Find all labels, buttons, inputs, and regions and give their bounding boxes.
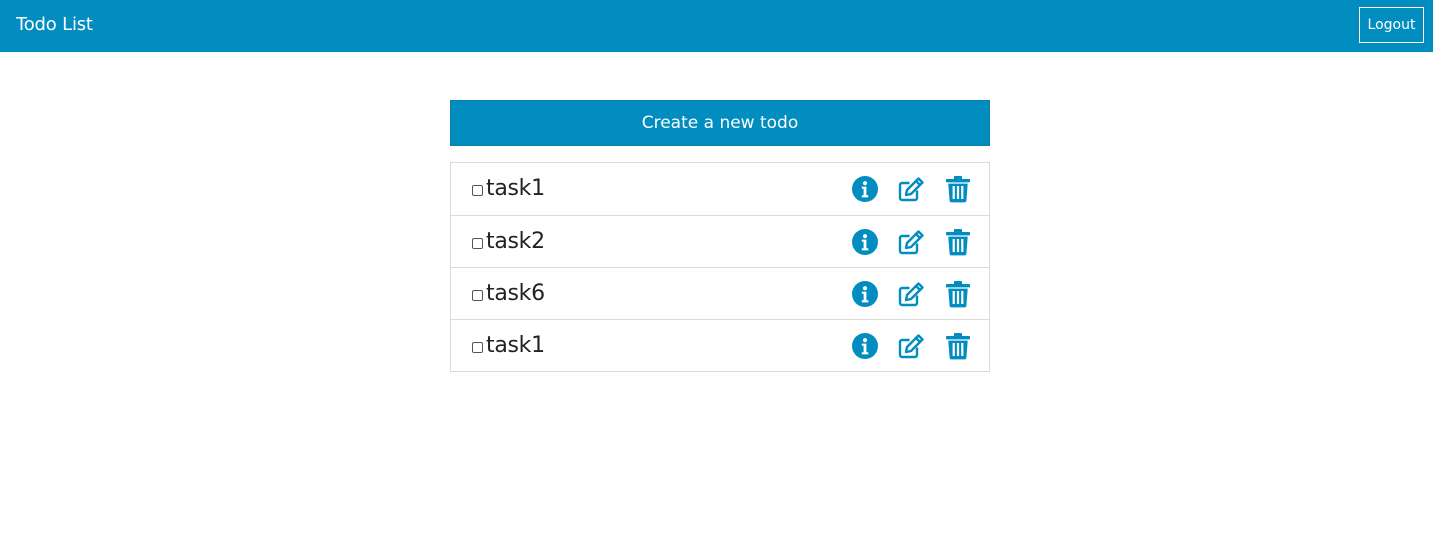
todo-checkbox[interactable] [472,342,483,353]
todo-item: task1 [451,163,989,215]
edit-icon[interactable] [897,332,925,360]
trash-icon[interactable] [944,228,972,256]
todo-item: task6 [451,267,989,319]
todo-checkbox[interactable] [472,238,483,249]
main-container: Create a new todo task1 task2 task6 task… [450,100,990,372]
todo-item: task1 [451,319,989,371]
create-todo-button[interactable]: Create a new todo [450,100,990,146]
todo-label: task1 [486,333,545,358]
logout-button[interactable]: Logout [1359,7,1424,43]
info-circle-icon[interactable] [851,280,879,308]
navbar: Todo List Logout [0,0,1433,52]
edit-icon[interactable] [897,228,925,256]
trash-icon[interactable] [944,280,972,308]
trash-icon[interactable] [944,332,972,360]
todo-checkbox[interactable] [472,185,483,196]
edit-icon[interactable] [897,280,925,308]
info-circle-icon[interactable] [851,228,879,256]
app-title: Todo List [16,14,93,35]
todo-label: task1 [486,176,545,201]
todo-label: task6 [486,281,545,306]
info-circle-icon[interactable] [851,175,879,203]
trash-icon[interactable] [944,175,972,203]
todo-label: task2 [486,229,545,254]
info-circle-icon[interactable] [851,332,879,360]
todo-item: task2 [451,215,989,267]
todo-list: task1 task2 task6 task1 [450,162,990,372]
edit-icon[interactable] [897,175,925,203]
todo-checkbox[interactable] [472,290,483,301]
